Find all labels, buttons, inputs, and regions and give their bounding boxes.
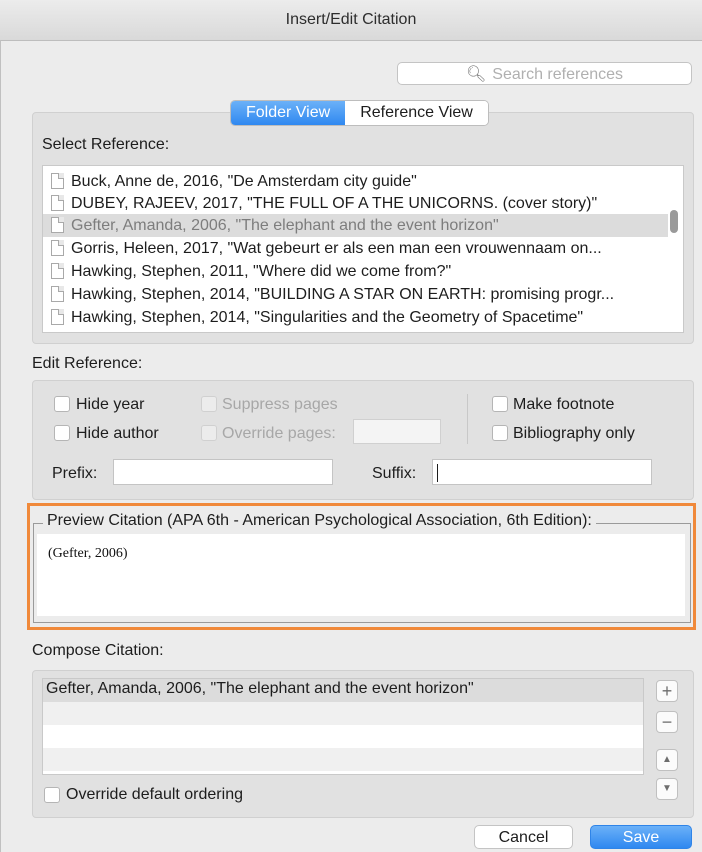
prefix-field[interactable] [113, 459, 333, 485]
edit-reference-label: Edit Reference: [32, 355, 143, 372]
search-placeholder: Search references [492, 66, 624, 83]
move-down-button[interactable]: ▼ [656, 778, 678, 800]
override-pages-checkbox[interactable] [201, 425, 217, 441]
suppress-pages-checkbox[interactable] [201, 396, 217, 412]
select-reference-label: Select Reference: [42, 136, 170, 153]
view-toggle[interactable]: Folder View Reference View [230, 100, 489, 126]
window-edge [0, 40, 1, 852]
bibliography-only-checkbox[interactable] [492, 425, 508, 441]
reference-list-scrollbar[interactable] [670, 210, 678, 233]
preview-citation-text: (Gefter, 2006) [48, 546, 128, 561]
text-cursor [437, 464, 438, 482]
preview-area [37, 534, 685, 616]
document-icon [51, 195, 64, 211]
compose-citation-label: Compose Citation: [32, 642, 164, 659]
suffix-label: Suffix: [372, 465, 417, 482]
document-icon [51, 286, 64, 302]
reference-view-tab[interactable]: Reference View [345, 101, 488, 125]
compose-item-text: Gefter, Amanda, 2006, "The elephant and … [46, 680, 474, 697]
hide-author-checkbox[interactable] [54, 425, 70, 441]
reference-item[interactable]: Gorris, Heleen, 2017, "Wat gebeurt er al… [43, 237, 668, 260]
compose-empty-row [43, 748, 643, 771]
hide-year-label: Hide year [76, 396, 145, 413]
save-button[interactable]: Save [590, 825, 692, 849]
edit-reference-divider [467, 394, 468, 444]
window-title: Insert/Edit Citation [0, 0, 702, 41]
override-ordering-label: Override default ordering [66, 786, 243, 803]
move-up-button[interactable]: ▲ [656, 749, 678, 771]
make-footnote-checkbox[interactable] [492, 396, 508, 412]
reference-item[interactable]: Buck, Anne de, 2016, "De Amsterdam city … [43, 170, 668, 193]
override-pages-field[interactable] [353, 419, 441, 444]
override-ordering-checkbox[interactable] [44, 787, 60, 803]
suffix-field[interactable] [432, 459, 652, 485]
bibliography-only-label: Bibliography only [513, 425, 635, 442]
reference-item[interactable]: Hawking, Stephen, 2014, "BUILDING A STAR… [43, 283, 668, 306]
hide-author-label: Hide author [76, 425, 159, 442]
folder-view-tab[interactable]: Folder View [231, 101, 346, 125]
document-icon [51, 240, 64, 256]
search-icon: 🔍︎ [465, 66, 487, 83]
make-footnote-label: Make footnote [513, 396, 615, 413]
search-input[interactable]: 🔍︎ Search references [397, 62, 692, 85]
compose-empty-row [43, 702, 643, 725]
prefix-label: Prefix: [52, 465, 98, 482]
reference-list[interactable]: Buck, Anne de, 2016, "De Amsterdam city … [42, 165, 684, 333]
compose-empty-row [43, 725, 643, 748]
reference-item[interactable]: Hawking, Stephen, 2011, "Where did we co… [43, 260, 668, 283]
override-pages-label: Override pages: [222, 425, 336, 442]
document-icon [51, 263, 64, 279]
remove-citation-button[interactable]: − [656, 711, 678, 733]
reference-item[interactable]: Hawking, Stephen, 2014, "Singularities a… [43, 306, 668, 329]
preview-legend: Preview Citation (APA 6th - American Psy… [43, 512, 596, 530]
reference-item[interactable]: DUBEY, RAJEEV, 2017, "THE FULL OF A THE … [43, 192, 668, 215]
hide-year-checkbox[interactable] [54, 396, 70, 412]
document-icon [51, 173, 64, 189]
document-icon [51, 309, 64, 325]
document-icon [51, 217, 64, 233]
reference-item-selected[interactable]: Gefter, Amanda, 2006, "The elephant and … [43, 214, 668, 237]
add-citation-button[interactable]: + [656, 680, 678, 702]
cancel-button[interactable]: Cancel [474, 825, 573, 849]
arrow-up-icon: ▲ [662, 754, 672, 765]
arrow-down-icon: ▼ [662, 783, 672, 794]
suppress-pages-label: Suppress pages [222, 396, 338, 413]
